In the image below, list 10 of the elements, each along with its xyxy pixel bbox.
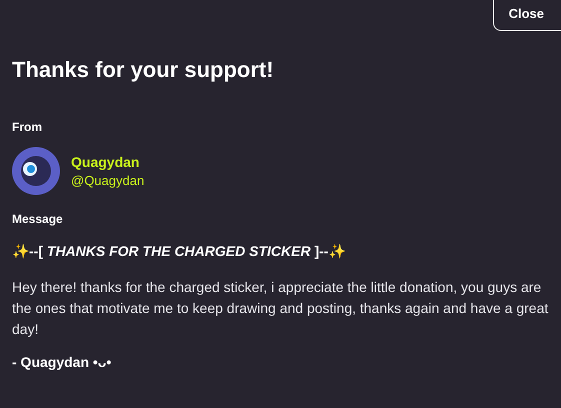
dialog-title: Thanks for your support! [12,57,274,83]
close-button[interactable]: Close [492,0,561,31]
sender-handle: @Quagydan [71,173,144,188]
message-signature: - Quagydan •ᴗ• [12,354,112,370]
message-body: Hey there! thanks for the charged sticker, i appreciate the little donation, you guys are the ones that motivate me to keep drawing and posting, thanks again and have a great day! [12,278,550,339]
from-label: From [12,120,43,134]
message-label: Message [12,212,64,226]
avatar-icon [12,147,60,195]
message-heading: ✨--[ THANKS FOR THE CHARGED STICKER ]--✨ [12,243,346,259]
sender-name: Quagydan [71,154,140,170]
